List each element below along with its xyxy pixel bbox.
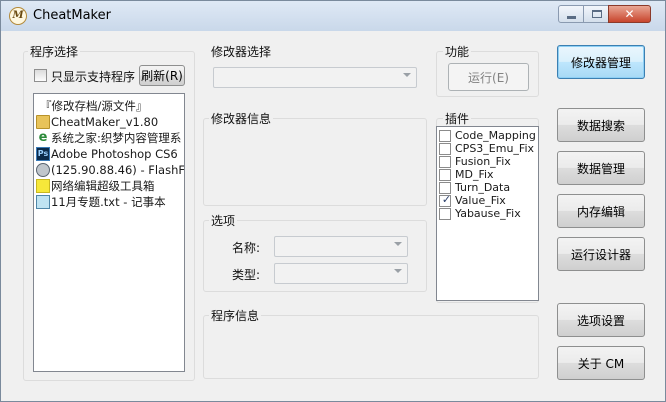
plugin-checkbox[interactable]	[439, 130, 451, 142]
minimize-button[interactable]	[558, 5, 584, 23]
options-label: 选项	[209, 212, 238, 229]
program-select-label: 程序选择	[28, 43, 81, 60]
plugin-checkbox[interactable]	[439, 143, 451, 155]
chevron-down-icon	[403, 73, 411, 77]
cheatmaker-logo-icon[interactable]: M	[9, 7, 27, 25]
chevron-down-icon	[394, 269, 402, 273]
maximize-icon	[592, 10, 602, 18]
plugin-name: Fusion_Fix	[455, 155, 511, 168]
about-button[interactable]: 关于 CM	[557, 346, 645, 380]
plugin-name: Yabause_Fix	[455, 207, 521, 220]
modifier-manage-button[interactable]: 修改器管理	[557, 45, 645, 79]
function-label: 功能	[443, 43, 472, 60]
plugin-checkbox[interactable]	[439, 208, 451, 220]
plugins-label: 插件	[443, 110, 472, 127]
plugin-list[interactable]: Code_Mapping CPS3_Emu_Fix Fusion_Fix MD_…	[436, 126, 539, 301]
folder-icon	[36, 115, 50, 129]
plugin-name: MD_Fix	[455, 168, 494, 181]
run-button[interactable]: 运行(E)	[448, 63, 529, 91]
photoshop-icon: Ps	[36, 147, 50, 161]
program-item-text: (125.90.88.46) - FlashFXP	[51, 163, 185, 177]
program-info-label: 程序信息	[209, 307, 262, 324]
only-supported-label[interactable]: 只显示支持程序	[51, 68, 135, 85]
modifier-select-label: 修改器选择	[209, 43, 274, 60]
toolbox-icon	[36, 179, 50, 193]
program-item-text: 『修改存档/源文件』	[40, 99, 148, 113]
plugin-name: Value_Fix	[455, 194, 506, 207]
plugin-checkbox[interactable]	[439, 156, 451, 168]
modifier-info-group	[203, 118, 427, 206]
window-title: CheatMaker	[33, 8, 111, 23]
minimize-icon	[567, 16, 576, 19]
plugin-name: Code_Mapping	[455, 129, 536, 142]
modifier-info-label: 修改器信息	[209, 110, 274, 127]
data-search-button[interactable]: 数据搜索	[557, 108, 645, 142]
type-label: 类型:	[232, 268, 261, 282]
option-settings-button[interactable]: 选项设置	[557, 303, 645, 337]
refresh-button[interactable]: 刷新(R)	[139, 65, 185, 86]
plugin-name: Turn_Data	[455, 181, 511, 194]
plugin-checkbox[interactable]: ✓	[439, 193, 452, 207]
modifier-select-combo[interactable]	[213, 67, 417, 88]
check-icon: ✓	[441, 193, 452, 206]
chevron-down-icon	[394, 242, 402, 246]
ftp-icon	[36, 163, 50, 177]
plugin-name: CPS3_Emu_Fix	[455, 142, 535, 155]
program-list[interactable]: 『修改存档/源文件』 CheatMaker_v1.80 e 系统之家:织梦内容管…	[33, 93, 185, 372]
notepad-icon	[36, 195, 50, 209]
close-icon: ✕	[624, 7, 635, 21]
program-item-text: 网络编辑超级工具箱	[51, 179, 155, 193]
ie-icon: e	[38, 130, 48, 145]
cheatmaker-window: M CheatMaker ✕ 程序选择 只显示支持程序 刷新(R) 『修改存档/…	[0, 0, 666, 402]
type-combo[interactable]	[274, 263, 408, 284]
only-supported-checkbox[interactable]	[34, 69, 47, 82]
memory-edit-button[interactable]: 内存编辑	[557, 194, 645, 228]
plugin-checkbox[interactable]	[439, 169, 451, 181]
name-label: 名称:	[232, 241, 261, 255]
program-item-text: Adobe Photoshop CS6	[51, 147, 178, 161]
program-item-text: 11月专题.txt - 记事本	[51, 195, 166, 209]
maximize-button[interactable]	[583, 5, 609, 23]
data-manage-button[interactable]: 数据管理	[557, 151, 645, 185]
close-button[interactable]: ✕	[608, 5, 651, 23]
program-info-group	[203, 315, 539, 379]
title-bar[interactable]: M CheatMaker ✕	[1, 1, 665, 31]
run-designer-button[interactable]: 运行设计器	[557, 237, 645, 271]
program-item-text: CheatMaker_v1.80	[51, 115, 159, 129]
program-item-text: 系统之家:织梦内容管理系	[51, 131, 182, 145]
name-combo[interactable]	[274, 236, 408, 257]
